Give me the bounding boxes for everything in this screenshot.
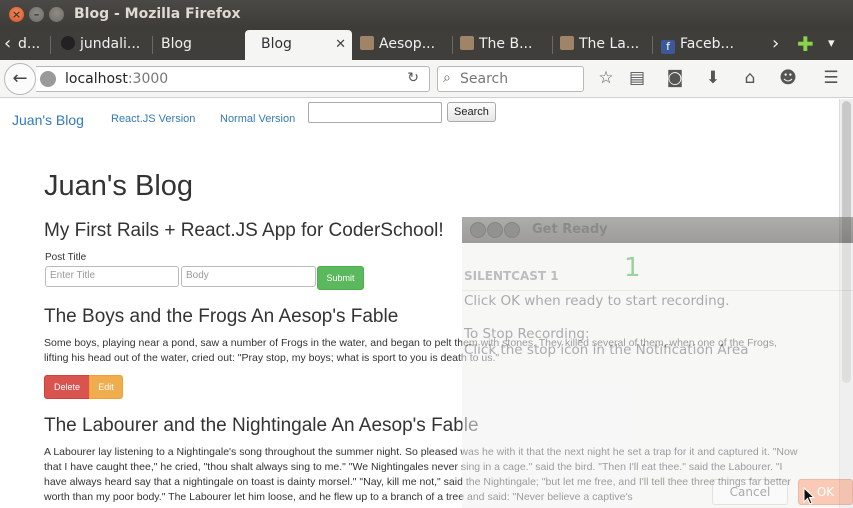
dialog-titlebar: Get Ready: [462, 217, 853, 243]
title-input[interactable]: Enter Title: [45, 266, 179, 287]
page-title: Juan's Blog: [44, 170, 194, 202]
reload-icon[interactable]: ↻: [407, 70, 419, 86]
pocket-icon[interactable]: ◙: [664, 68, 686, 88]
get-ready-dialog: Get Ready SILENTCAST 1 1 Click OK when r…: [462, 217, 853, 508]
nav-toolbar: ← localhost:3000 ↻ ⌕ Search ☆ ▤ ◙ ⬇ ⌂ ☻ …: [0, 60, 853, 98]
tab-label: The La...: [579, 36, 640, 52]
post-title: The Boys and the Frogs An Aesop's Fable: [44, 306, 399, 327]
tab-label: Aesop...: [379, 36, 436, 52]
app-heading: My First Rails + React.JS App for CoderS…: [44, 220, 444, 241]
tab-1[interactable]: jundali...: [61, 30, 151, 60]
tab-label: The B...: [479, 36, 533, 52]
nav-link-react[interactable]: React.JS Version: [111, 113, 195, 125]
window-close-button[interactable]: ×: [9, 7, 24, 22]
reading-list-icon[interactable]: ▤: [626, 68, 648, 88]
tab-0[interactable]: d...: [18, 30, 48, 60]
dialog-body: SILENTCAST 1 1 Click OK when ready to st…: [462, 243, 853, 508]
edit-button[interactable]: Edit: [89, 375, 123, 399]
github-icon: [61, 36, 75, 50]
countdown-number: 1: [624, 253, 641, 283]
browser-search-input[interactable]: ⌕ Search: [437, 66, 584, 92]
aesop-icon: [460, 36, 474, 50]
tab-label: d...: [18, 36, 41, 52]
tab-5[interactable]: The B...: [460, 30, 552, 60]
download-icon[interactable]: ⬇: [702, 68, 724, 88]
tab-separator: [652, 36, 653, 54]
close-icon[interactable]: ✕: [335, 30, 346, 59]
tab-strip: ‹ d... jundali... Blog Blog ✕ Aesop... T…: [0, 30, 853, 60]
dialog-stop-instruction: Click the stop icon in the Notification …: [464, 342, 749, 358]
nav-link-normal[interactable]: Normal Version: [220, 113, 295, 125]
tabs-scroll-right-icon[interactable]: ›: [772, 30, 779, 60]
globe-icon: [40, 71, 56, 87]
body-input[interactable]: Body: [181, 266, 316, 287]
tab-7[interactable]: f Faceb...: [661, 30, 751, 60]
tab-6[interactable]: The La...: [560, 30, 650, 60]
dialog-cancel-button[interactable]: Cancel: [712, 479, 788, 505]
tabs-list-icon[interactable]: ▾: [828, 30, 835, 60]
tab-2[interactable]: Blog: [161, 30, 241, 60]
tab-separator: [50, 36, 51, 54]
menu-icon[interactable]: ☰: [820, 68, 842, 88]
new-tab-plus-icon[interactable]: ✚: [797, 30, 814, 60]
tab-4[interactable]: Aesop...: [360, 30, 446, 60]
home-icon[interactable]: ⌂: [739, 68, 761, 88]
dialog-minimize-button[interactable]: [487, 222, 503, 238]
dialog-stop-heading: To Stop Recording:: [464, 326, 590, 342]
url-text: localhost:3000: [65, 71, 169, 87]
dialog-instruction: Click OK when ready to start recording.: [464, 293, 730, 309]
post-title-label: Post Title: [45, 252, 87, 263]
dialog-close-button[interactable]: [470, 222, 486, 238]
tab-label: Blog: [161, 36, 192, 52]
search-icon: ⌕: [443, 70, 451, 86]
dialog-maximize-button[interactable]: [504, 222, 520, 238]
dialog-app-name: SILENTCAST 1: [464, 269, 559, 283]
hello-chat-icon[interactable]: ☻: [777, 68, 799, 88]
aesop-icon: [360, 36, 374, 50]
post-title: The Labourer and the Nightingale An Aeso…: [44, 415, 479, 436]
window-maximize-button[interactable]: [49, 7, 64, 22]
site-search-button[interactable]: Search: [447, 102, 496, 122]
tab-label: Blog: [261, 36, 292, 52]
bookmark-star-icon[interactable]: ☆: [595, 68, 617, 88]
aesop-icon: [560, 36, 574, 50]
tab-3-active[interactable]: Blog ✕: [245, 30, 352, 60]
dialog-title: Get Ready: [532, 222, 608, 237]
tab-label: jundali...: [80, 36, 141, 52]
window-titlebar: × – Blog - Mozilla Firefox: [0, 0, 853, 30]
facebook-icon: f: [661, 40, 675, 54]
submit-button[interactable]: Submit: [317, 266, 364, 290]
tab-separator: [452, 36, 453, 54]
delete-button[interactable]: Delete: [44, 375, 90, 399]
back-button[interactable]: ←: [4, 63, 36, 95]
site-search-input[interactable]: [308, 102, 442, 123]
tabs-scroll-left-icon[interactable]: ‹: [4, 30, 11, 60]
tab-separator: [552, 36, 553, 54]
search-placeholder: Search: [460, 71, 509, 87]
back-arrow-icon: ←: [12, 68, 28, 89]
window-title: Blog - Mozilla Firefox: [74, 6, 241, 22]
dialog-divider: [462, 290, 853, 291]
tab-label: Faceb...: [680, 36, 734, 52]
url-bar[interactable]: localhost:3000 ↻: [36, 66, 430, 92]
brand-link[interactable]: Juan's Blog: [12, 112, 84, 128]
tab-separator: [152, 36, 153, 54]
window-minimize-button[interactable]: –: [29, 7, 44, 22]
mouse-cursor-icon: [803, 487, 815, 505]
